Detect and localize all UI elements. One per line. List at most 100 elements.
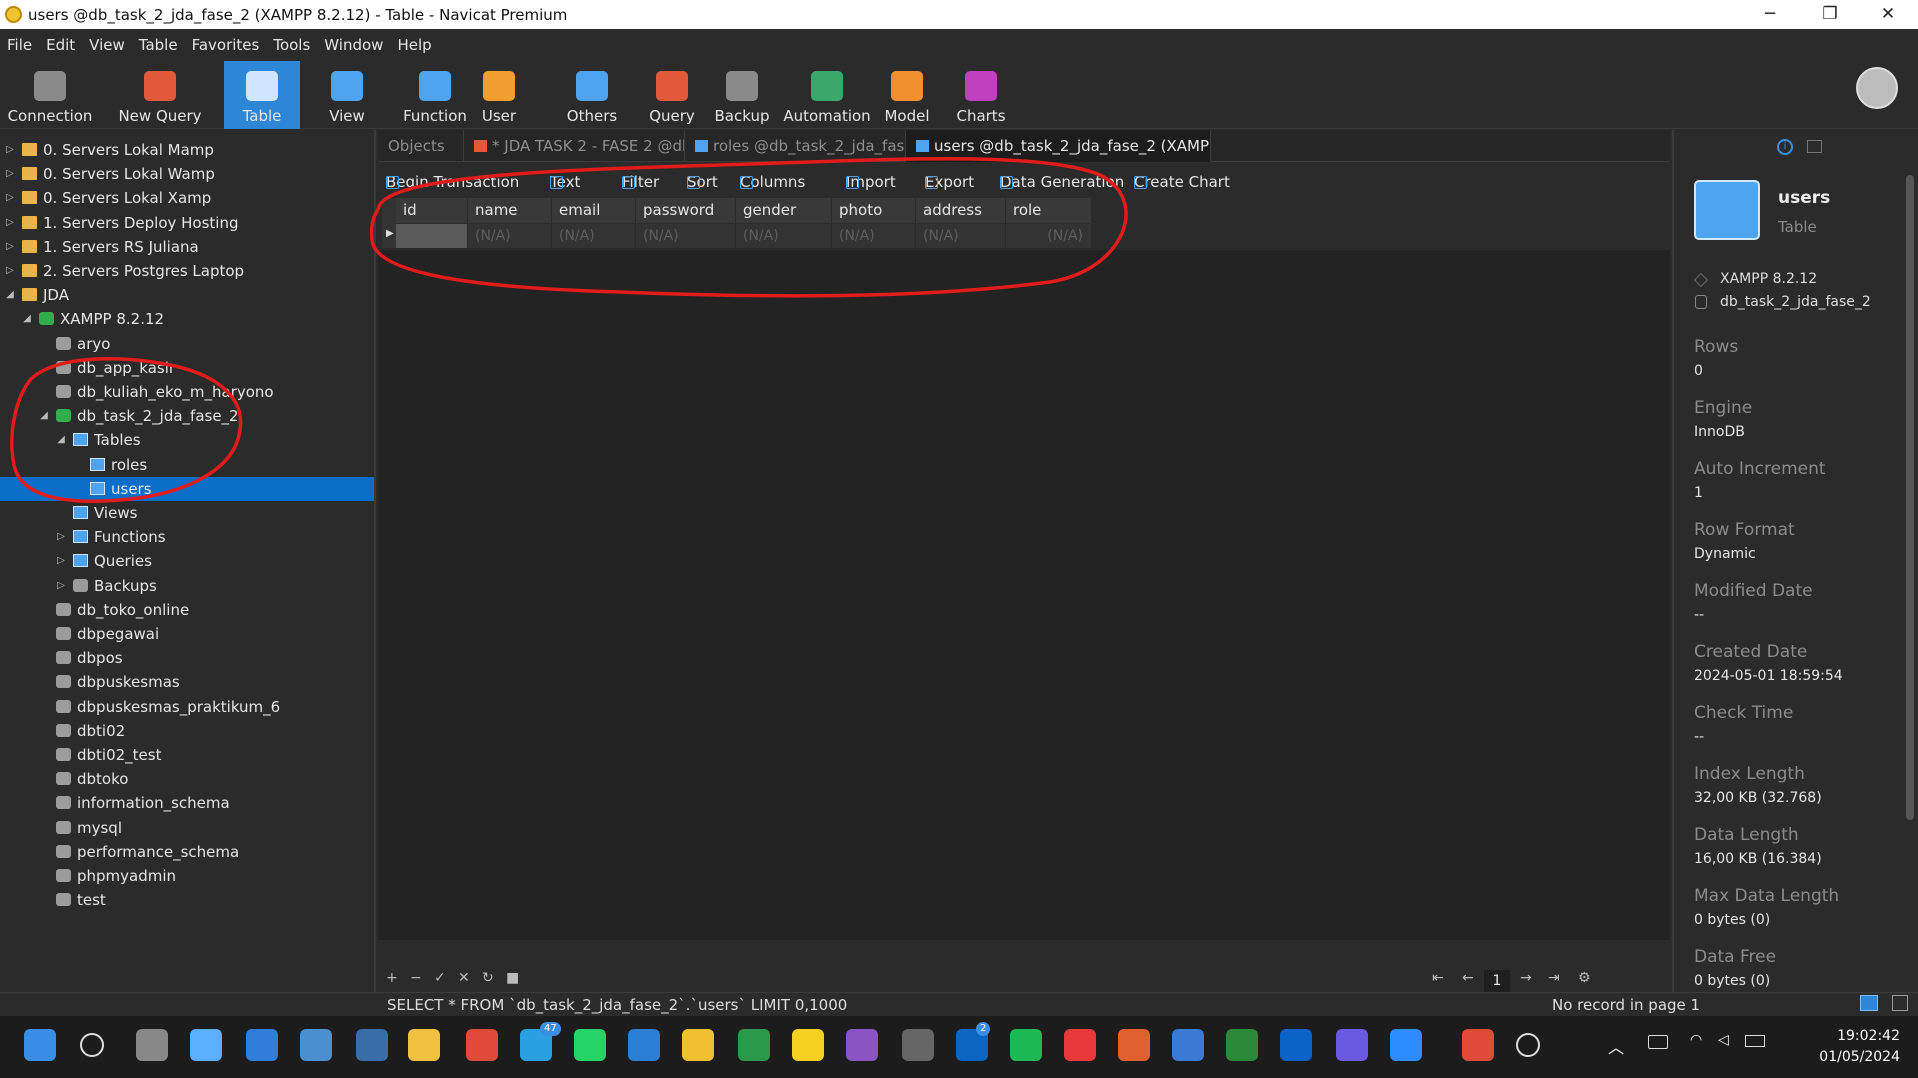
copilot-icon[interactable] [1336,1029,1368,1061]
expand-arrow-icon[interactable]: ▷ [56,525,66,549]
subtool-create-chart-button[interactable]: Create Chart [1134,173,1230,191]
cell-address[interactable]: (N/A) [916,223,1006,248]
collapse-arrow-icon[interactable]: ◢ [56,428,66,452]
toolbar-query-button[interactable]: Query [640,61,704,129]
subtool-sort-button[interactable]: Sort [687,173,718,191]
column-header-photo[interactable]: photo [832,198,916,223]
column-header-password[interactable]: password [636,198,736,223]
ddl-icon[interactable] [1807,140,1822,153]
sheets-icon[interactable] [738,1029,770,1061]
tree-item-jda[interactable]: ◢ JDA [0,283,374,307]
chrome-icon[interactable] [466,1029,498,1061]
capture-icon[interactable] [356,1029,388,1061]
column-header-email[interactable]: email [552,198,636,223]
tree-item-0-servers-lokal-mamp[interactable]: ▷ 0. Servers Lokal Mamp [0,138,374,162]
toolbar-connection-button[interactable]: Connection [6,61,94,129]
cell-password[interactable]: (N/A) [636,223,736,248]
tab-0[interactable]: Objects [378,130,464,162]
tree-item-dbti02[interactable]: dbti02 [0,719,374,743]
form-view-icon[interactable] [1892,995,1908,1011]
tree-item-phpmyadmin[interactable]: phpmyadmin [0,864,374,888]
tree-item-dbti02-test[interactable]: dbti02_test [0,743,374,767]
delete-record-button[interactable]: − [410,970,422,986]
data-grid[interactable]: ▶ id name (N/A) email (N/A) password (N/A) gend… [382,198,1092,248]
search-icon[interactable] [80,1033,104,1057]
subtool-import-button[interactable]: Import [846,173,896,191]
vscode-icon[interactable] [628,1029,660,1061]
collapse-arrow-icon[interactable]: ◢ [5,283,15,307]
clock-date[interactable]: 01/05/2024 [1812,1049,1900,1065]
photos-icon[interactable] [300,1029,332,1061]
tree-item-performance-schema[interactable]: performance_schema [0,840,374,864]
sticky-notes-icon[interactable] [792,1029,824,1061]
tree-item-xampp-8-2-12[interactable]: ◢ XAMPP 8.2.12 [0,307,374,331]
refresh-button[interactable]: ↻ [482,970,494,986]
toolbar-others-button[interactable]: Others [550,61,634,129]
toolbar-user-button[interactable]: User [468,61,530,129]
tree-item-mysql[interactable]: mysql [0,816,374,840]
tree-item-db-task-2-jda-fase-2[interactable]: ◢ db_task_2_jda_fase_2 [0,404,374,428]
widgets-icon[interactable] [190,1029,222,1061]
figma-icon[interactable] [1118,1029,1150,1061]
menu-favorites[interactable]: Favorites [192,36,260,54]
discard-changes-button[interactable]: ✕ [458,970,470,986]
toolbar-table-button[interactable]: Table [224,61,300,129]
remote-desktop-icon[interactable] [1172,1029,1204,1061]
wifi-icon[interactable]: ◠ [1690,1032,1702,1048]
expand-arrow-icon[interactable]: ▷ [5,211,15,235]
more-icon[interactable] [1516,1033,1540,1057]
add-record-button[interactable]: + [386,970,398,986]
first-page-button[interactable]: ⇤ [1432,970,1444,986]
subtool-text-button[interactable]: Text [550,173,580,191]
tree-item-dbpuskesmas[interactable]: dbpuskesmas [0,670,374,694]
tree-item-tables[interactable]: ◢ Tables [0,428,374,452]
tree-item-users[interactable]: users [0,476,374,501]
navicat-icon[interactable] [682,1029,714,1061]
user-avatar[interactable] [1856,67,1898,109]
page-settings-button[interactable]: ⚙ [1578,970,1591,986]
toolbar-charts-button[interactable]: Charts [950,61,1012,129]
tree-item-0-servers-lokal-wamp[interactable]: ▷ 0. Servers Lokal Wamp [0,162,374,186]
tree-item-aryo[interactable]: aryo [0,332,374,356]
subtool-export-button[interactable]: Export [925,173,974,191]
menu-view[interactable]: View [89,36,125,54]
outlook-icon[interactable] [1280,1029,1312,1061]
battery-icon[interactable] [1745,1035,1765,1047]
volume-icon[interactable]: ◁ [1718,1032,1729,1048]
cell-role[interactable]: (N/A) [1006,223,1092,248]
tree-item-roles[interactable]: roles [0,453,374,477]
expand-arrow-icon[interactable]: ▷ [5,162,15,186]
collapse-arrow-icon[interactable]: ◢ [22,307,32,331]
minimize-button[interactable]: ─ [1740,0,1800,29]
subtool-filter-button[interactable]: Filter [622,173,659,191]
tree-item-views[interactable]: Views [0,501,374,525]
tree-item-dbpegawai[interactable]: dbpegawai [0,622,374,646]
toolbar-view-button[interactable]: View [316,61,378,129]
toolbar-automation-button[interactable]: Automation [780,61,874,129]
menu-table[interactable]: Table [139,36,178,54]
menu-window[interactable]: Window [324,36,383,54]
cell-email[interactable]: (N/A) [552,223,636,248]
column-header-role[interactable]: role [1006,198,1092,223]
tree-item-functions[interactable]: ▷ Functions [0,525,374,549]
scroll-thumb[interactable] [1906,175,1914,820]
subtool-data-generation-button[interactable]: Data Generation [1000,173,1124,191]
expand-arrow-icon[interactable]: ▷ [56,549,66,573]
info-icon[interactable]: i [1777,139,1793,155]
column-header-name[interactable]: name [468,198,552,223]
menu-tools[interactable]: Tools [273,36,310,54]
tree-item-1-servers-deploy-hosting[interactable]: ▷ 1. Servers Deploy Hosting [0,211,374,235]
tree-item-backups[interactable]: ▷ Backups [0,574,374,598]
zoom-icon[interactable] [1390,1029,1422,1061]
clock-time[interactable]: 19:02:42 [1820,1028,1900,1044]
grid-view-icon[interactable] [1860,995,1878,1011]
expand-arrow-icon[interactable]: ▷ [5,138,15,162]
toolbar-new-query-button[interactable]: New Query [100,61,220,129]
toolbar-backup-button[interactable]: Backup [710,61,774,129]
tree-item-dbpuskesmas-praktikum-6[interactable]: dbpuskesmas_praktikum_6 [0,695,374,719]
network-icon[interactable] [1226,1029,1258,1061]
task-view-icon[interactable] [136,1029,168,1061]
cell-id[interactable] [396,223,468,248]
collapse-arrow-icon[interactable]: ◢ [39,404,49,428]
chrome-profile-icon[interactable] [1462,1029,1494,1061]
